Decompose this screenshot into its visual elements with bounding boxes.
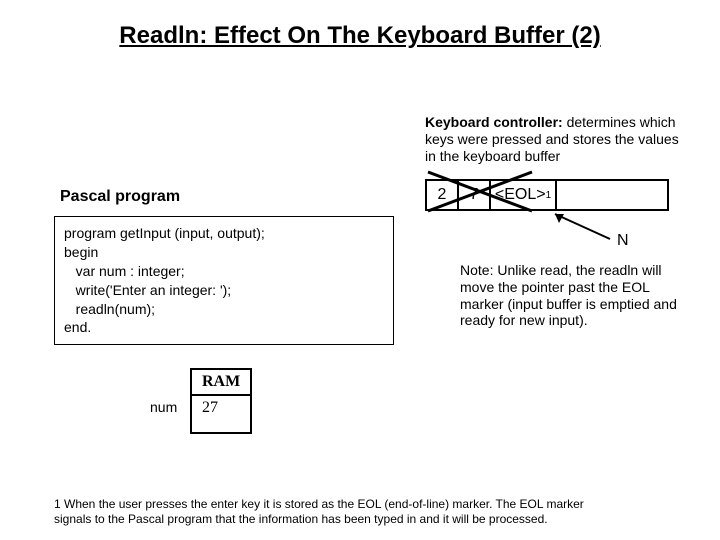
ram-value: 27: [192, 396, 250, 432]
buffer-cell-1: 2: [427, 181, 459, 209]
ram-var-label: num: [150, 399, 177, 415]
pascal-code: program getInput (input, output); begin …: [54, 216, 394, 345]
buffer-cell-eol: <EOL>1: [491, 181, 557, 209]
eol-text: <EOL>: [495, 186, 546, 204]
keyboard-buffer: 2 7 <EOL>1: [425, 179, 669, 211]
pascal-heading: Pascal program: [60, 188, 180, 206]
eol-sup: 1: [546, 190, 552, 201]
slide-title: Readln: Effect On The Keyboard Buffer (2…: [0, 22, 720, 50]
kc-label: Keyboard controller:: [425, 114, 563, 130]
ram-header: RAM: [192, 370, 250, 396]
footnote: 1 When the user presses the enter key it…: [54, 497, 624, 527]
buffer-empty: [557, 181, 667, 209]
keyboard-controller-text: Keyboard controller: determines which ke…: [425, 114, 685, 164]
n-label: N: [617, 232, 629, 250]
readln-note: Note: Unlike read, the readln will move …: [460, 262, 680, 329]
ram-box: RAM 27: [190, 368, 252, 434]
buffer-cell-2: 7: [459, 181, 491, 209]
